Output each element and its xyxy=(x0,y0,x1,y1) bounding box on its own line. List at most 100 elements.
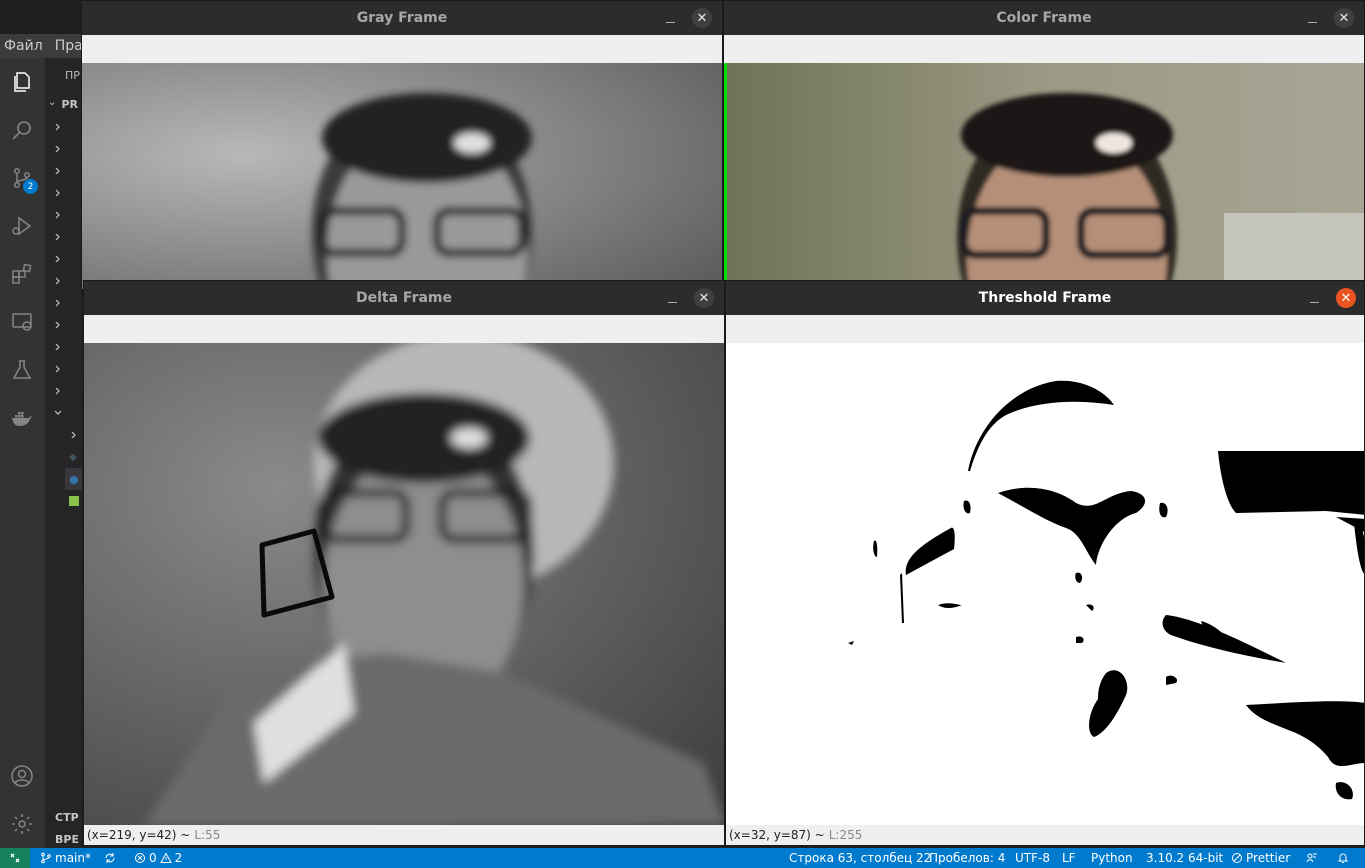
color-frame-window[interactable]: Color Frame ✕ xyxy=(723,0,1365,290)
window-title: Threshold Frame xyxy=(978,290,1112,306)
chevron-right-icon xyxy=(71,431,76,439)
bell-icon xyxy=(1337,853,1349,863)
source-control-icon[interactable]: 2 xyxy=(8,164,38,194)
tree-item[interactable] xyxy=(53,226,82,248)
indentation[interactable]: Пробелов: 4 xyxy=(929,848,1005,868)
warning-icon xyxy=(159,852,172,863)
window-toolbar xyxy=(84,315,724,343)
sync-icon xyxy=(105,853,115,863)
settings-gear-icon[interactable] xyxy=(8,810,36,838)
chevron-right-icon xyxy=(55,233,60,241)
end-of-line[interactable]: LF xyxy=(1062,848,1076,868)
tree-item[interactable] xyxy=(53,182,82,204)
chevron-right-icon xyxy=(55,387,60,395)
csv-file-icon[interactable] xyxy=(69,490,82,512)
minimize-icon[interactable] xyxy=(1304,10,1320,26)
menu-edit[interactable]: Пра xyxy=(55,38,82,54)
tree-item[interactable] xyxy=(53,160,82,182)
window-statusbar: (x=219, y=42) ~ L:55 xyxy=(84,825,724,845)
cursor-position-label: Строка 63, столбец 22 xyxy=(789,851,932,865)
chevron-right-icon xyxy=(55,123,60,131)
outline-section[interactable]: СТР xyxy=(49,806,79,828)
window-toolbar xyxy=(726,315,1364,343)
tree-item[interactable] xyxy=(69,424,82,446)
tree-item[interactable] xyxy=(53,248,82,270)
tree-item[interactable] xyxy=(53,116,82,138)
formatter-label: Prettier xyxy=(1246,851,1291,865)
close-icon[interactable]: ✕ xyxy=(1336,288,1356,308)
indentation-label: Пробелов: 4 xyxy=(929,851,1006,865)
tree-item[interactable] xyxy=(53,204,82,226)
color-frame-image xyxy=(724,63,1364,289)
python-file-icon[interactable]: ● xyxy=(65,468,82,490)
window-toolbar xyxy=(82,35,722,63)
minimize-icon[interactable] xyxy=(664,290,680,306)
tree-item[interactable] xyxy=(53,336,82,358)
chevron-right-icon xyxy=(55,145,60,153)
remote-indicator[interactable] xyxy=(0,848,30,868)
prettier-formatter[interactable]: Prettier xyxy=(1231,848,1290,868)
python-interpreter[interactable]: 3.10.2 64-bit xyxy=(1146,848,1223,868)
tree-item[interactable] xyxy=(53,270,82,292)
pixel-coords: (x=32, y=87) ~ xyxy=(729,828,825,842)
git-file-icon[interactable]: ◆ xyxy=(69,446,82,468)
timeline-section[interactable]: ВРЕ xyxy=(49,828,79,848)
timeline-label: ВРЕ xyxy=(55,832,79,846)
tree-item[interactable] xyxy=(53,314,82,336)
chevron-right-icon xyxy=(55,343,60,351)
close-icon[interactable]: ✕ xyxy=(692,8,712,28)
error-icon xyxy=(135,853,145,863)
tree-item[interactable] xyxy=(53,292,82,314)
testing-icon[interactable] xyxy=(8,356,36,384)
pixel-luminance: L:255 xyxy=(828,828,863,842)
chevron-right-icon xyxy=(55,321,60,329)
vscode-statusbar: main* 0 2 Строка 63, столбец 22 Пробелов… xyxy=(0,848,1365,868)
chevron-right-icon xyxy=(55,277,60,285)
tree-folder-open[interactable] xyxy=(53,402,82,424)
project-folder-row[interactable]: PR xyxy=(49,93,78,115)
window-titlebar[interactable]: Gray Frame ✕ xyxy=(82,1,722,35)
chevron-right-icon xyxy=(55,255,60,263)
explorer-header: ПР xyxy=(65,69,80,82)
chevron-right-icon xyxy=(55,299,60,307)
close-icon[interactable]: ✕ xyxy=(1334,8,1354,28)
cursor-position[interactable]: Строка 63, столбец 22 xyxy=(789,848,931,868)
language-mode[interactable]: Python xyxy=(1091,848,1133,868)
window-titlebar[interactable]: Delta Frame ✕ xyxy=(84,281,724,315)
window-titlebar[interactable]: Threshold Frame ✕ xyxy=(726,281,1364,315)
notifications-button[interactable] xyxy=(1337,848,1349,868)
feedback-icon xyxy=(1306,853,1317,863)
minimize-icon[interactable] xyxy=(662,10,678,26)
remote-explorer-icon[interactable] xyxy=(8,308,36,336)
window-titlebar[interactable]: Color Frame ✕ xyxy=(724,1,1364,35)
menu-file[interactable]: Файл xyxy=(4,38,43,54)
chevron-right-icon xyxy=(55,167,60,175)
minimize-icon[interactable] xyxy=(1306,290,1322,306)
search-icon[interactable] xyxy=(8,116,36,144)
chevron-right-icon xyxy=(55,365,60,373)
extensions-icon[interactable] xyxy=(8,260,36,288)
threshold-frame-image xyxy=(726,343,1364,825)
tree-item[interactable] xyxy=(53,358,82,380)
interpreter-label: 3.10.2 64-bit xyxy=(1146,851,1224,865)
sync-button[interactable] xyxy=(104,848,116,868)
feedback-button[interactable] xyxy=(1306,848,1318,868)
pixel-coords: (x=219, y=42) ~ xyxy=(87,828,191,842)
tree-item[interactable] xyxy=(53,380,82,402)
gray-frame-window[interactable]: Gray Frame ✕ xyxy=(81,0,723,290)
window-title: Color Frame xyxy=(996,10,1092,26)
run-debug-icon[interactable] xyxy=(8,212,36,240)
tree-item[interactable] xyxy=(53,138,82,160)
warning-count: 2 xyxy=(174,851,183,865)
problems-indicator[interactable]: 0 2 xyxy=(134,848,182,868)
account-icon[interactable] xyxy=(8,762,36,790)
threshold-frame-window[interactable]: Threshold Frame ✕ (x=32, y=87) ~ L:255 xyxy=(725,280,1365,846)
files-icon[interactable] xyxy=(8,68,36,96)
docker-icon[interactable] xyxy=(8,404,36,432)
delta-frame-window[interactable]: Delta Frame ✕ (x=219, y=42) ~ L:55 xyxy=(83,280,725,846)
pixel-luminance: L:55 xyxy=(194,828,221,842)
git-branch[interactable]: main* xyxy=(40,848,91,868)
gray-frame-image xyxy=(82,63,722,289)
encoding[interactable]: UTF-8 xyxy=(1015,848,1050,868)
close-icon[interactable]: ✕ xyxy=(694,288,714,308)
